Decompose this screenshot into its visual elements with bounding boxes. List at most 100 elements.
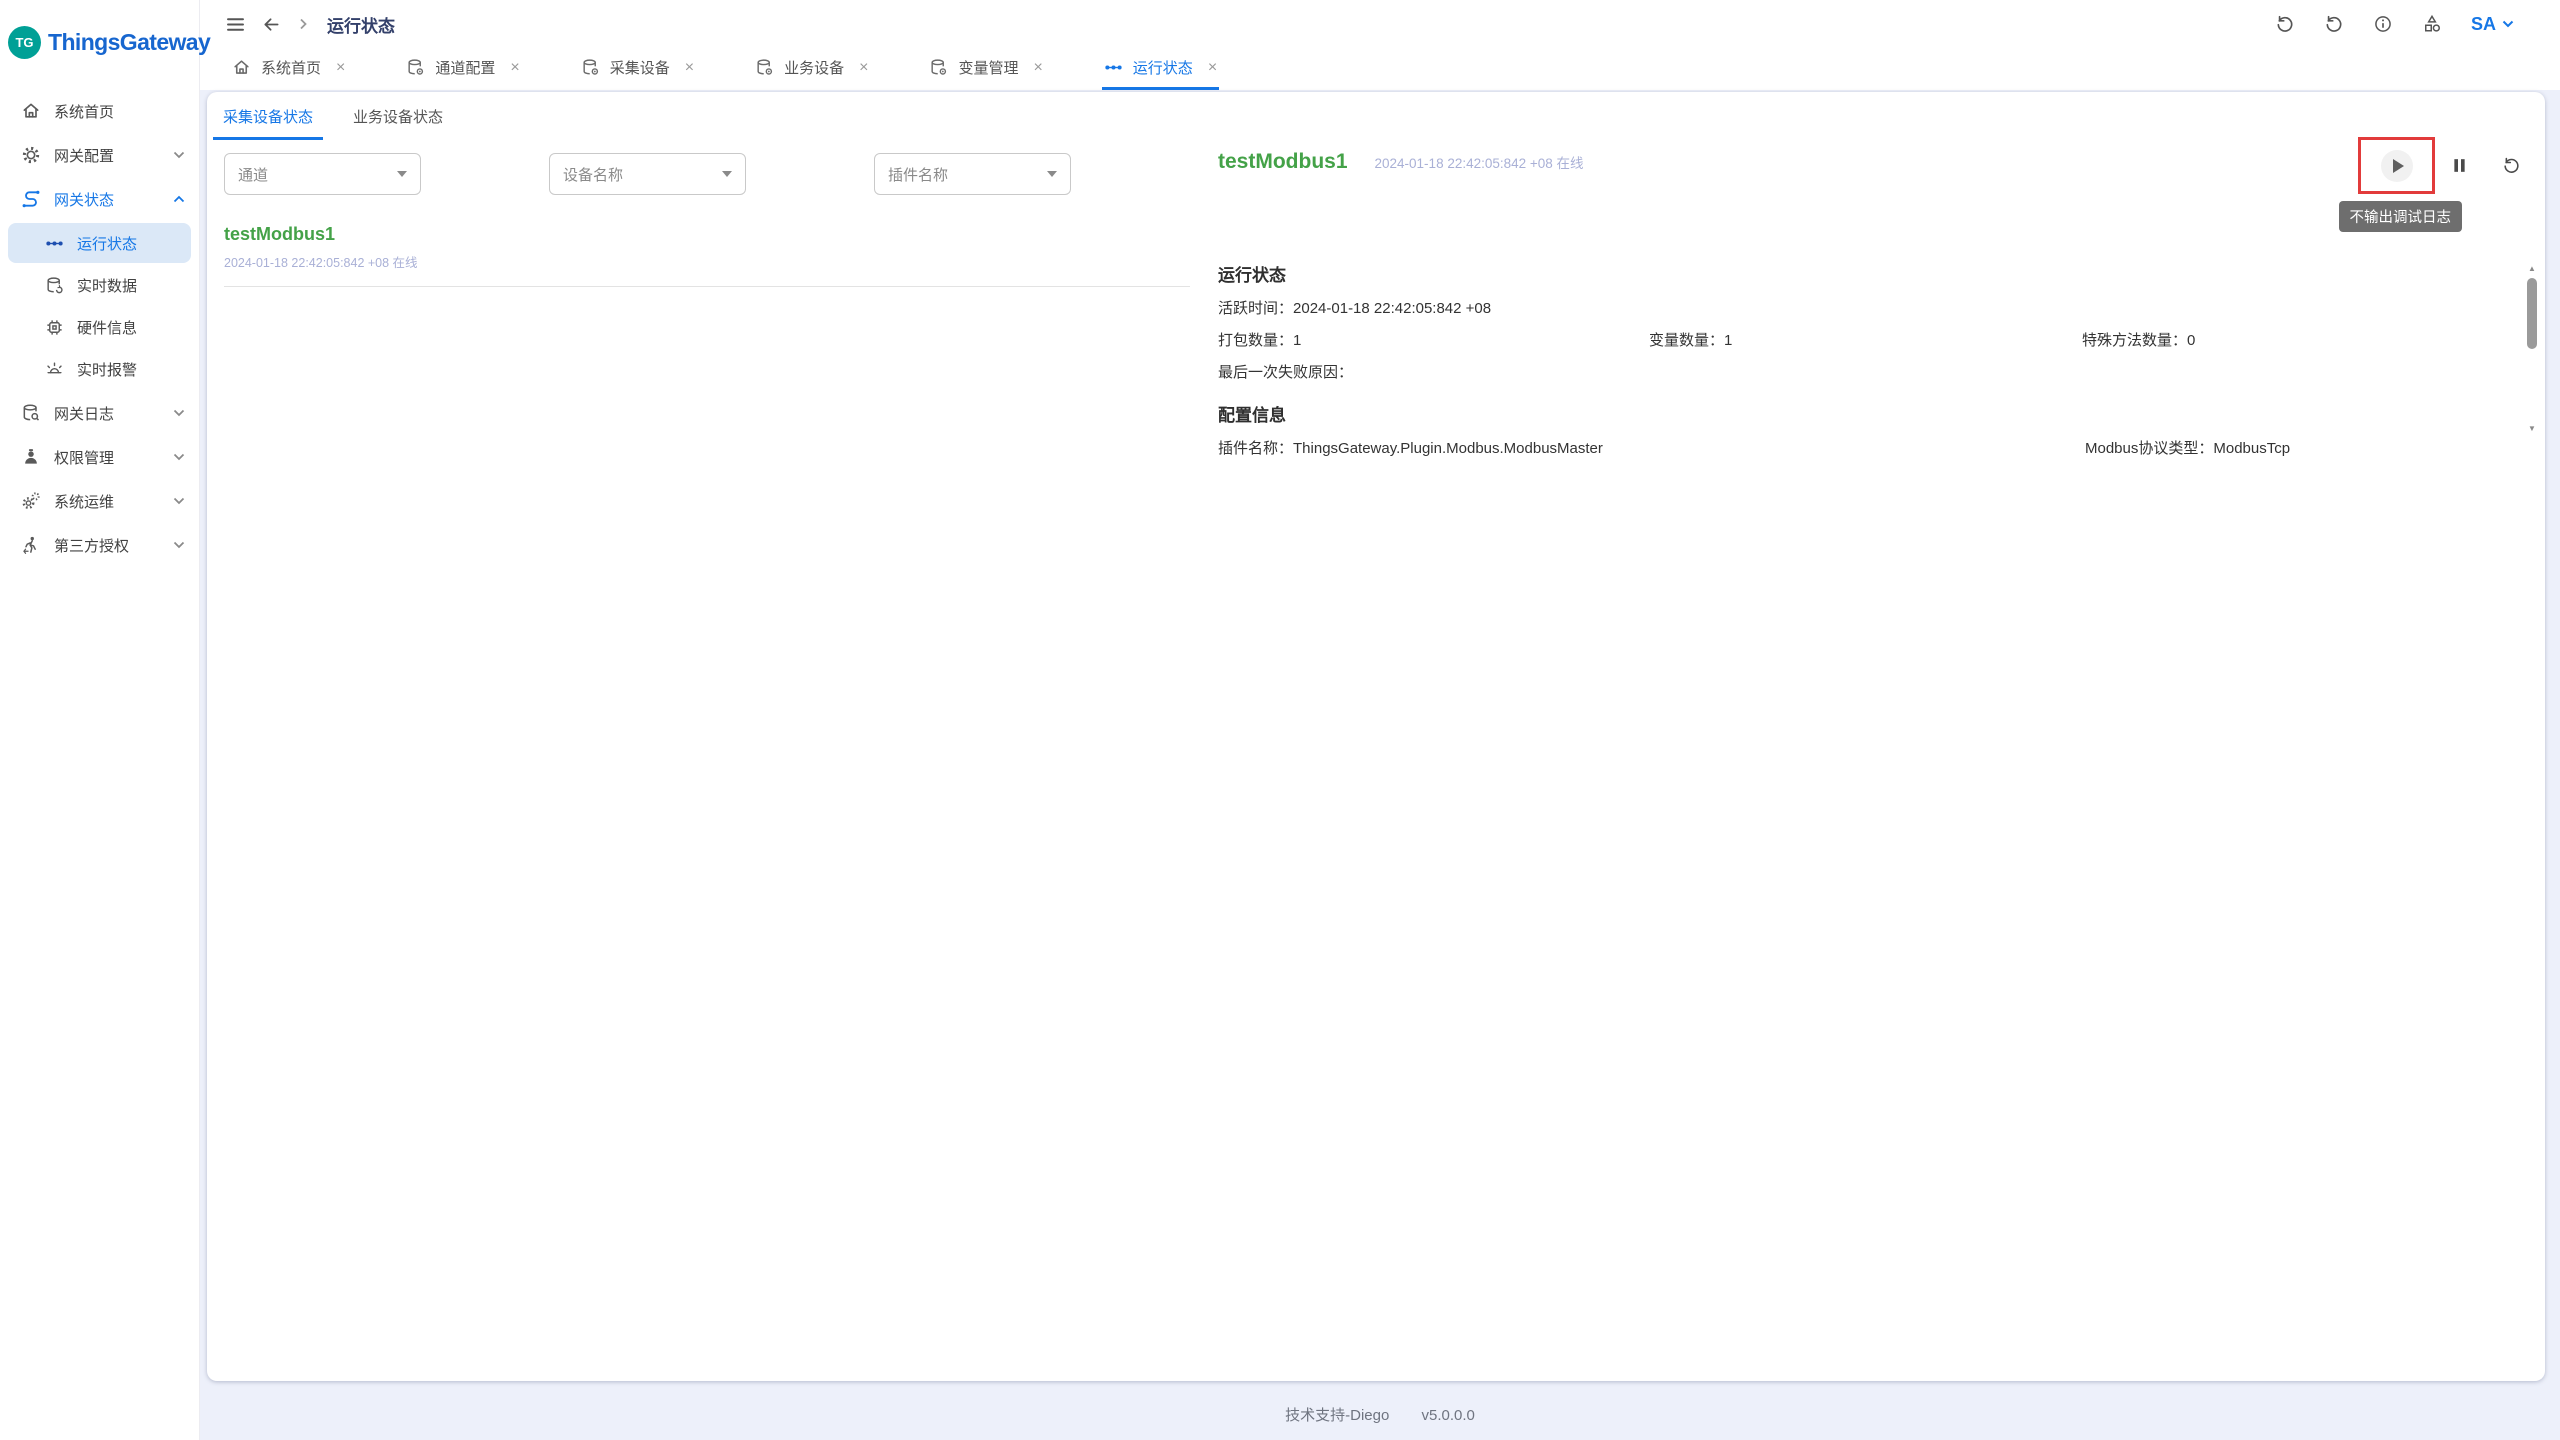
home-icon bbox=[232, 58, 251, 77]
chevron-up-icon bbox=[173, 195, 185, 203]
thingsgateway-app: TG ThingsGateway 系统首页 网关配置 bbox=[0, 0, 2560, 1440]
logo-badge-icon: TG bbox=[8, 26, 41, 59]
database-gear-icon bbox=[929, 58, 948, 77]
device-list: testModbus1 2024-01-18 22:42:05:842 +08 … bbox=[224, 224, 1190, 287]
tab-channel-config[interactable]: 通道配置 × bbox=[404, 48, 521, 90]
sidebar-item-gateway-config[interactable]: 网关配置 bbox=[0, 133, 199, 177]
sidebar-item-permissions[interactable]: 权限管理 bbox=[0, 435, 199, 479]
tab-collect-devices[interactable]: 采集设备 × bbox=[579, 48, 696, 90]
row-counters: 打包数量：1 变量数量：1 特殊方法数量：0 bbox=[1218, 331, 2505, 350]
play-button[interactable] bbox=[2381, 150, 2413, 182]
tab-variable-management[interactable]: 变量管理 × bbox=[927, 48, 1044, 90]
section-title-config: 配置信息 bbox=[1218, 401, 2505, 426]
tab-close-icon[interactable]: × bbox=[336, 60, 345, 76]
database-search-icon bbox=[21, 403, 41, 423]
device-timestamp: 2024-01-18 22:42:05:842 +08 在线 bbox=[224, 252, 1190, 271]
subtab-collect-device-status[interactable]: 采集设备状态 bbox=[213, 104, 323, 140]
scrollbar-thumb[interactable] bbox=[2527, 278, 2537, 349]
database-gear-icon bbox=[406, 58, 425, 77]
sidebar-item-label: 第三方授权 bbox=[54, 535, 129, 556]
chevron-down-icon bbox=[173, 453, 185, 461]
user-initials: SA bbox=[2471, 14, 2496, 35]
detail-toolbar bbox=[2358, 137, 2521, 194]
tab-home[interactable]: 系统首页 × bbox=[230, 48, 347, 90]
app-logo[interactable]: TG ThingsGateway bbox=[0, 0, 199, 59]
device-status-subtabs: 采集设备状态 业务设备状态 bbox=[213, 104, 453, 140]
refresh-button[interactable] bbox=[2502, 156, 2521, 175]
sidebar-item-third-party-auth[interactable]: 第三方授权 bbox=[0, 523, 199, 567]
dots-route-icon bbox=[45, 234, 64, 253]
gear-icon bbox=[21, 145, 41, 165]
user-menu[interactable]: SA bbox=[2471, 14, 2514, 35]
tab-running-status[interactable]: 运行状态 × bbox=[1102, 48, 1219, 90]
hamburger-icon[interactable] bbox=[225, 14, 246, 35]
sidebar-subitem-hardware-info[interactable]: 硬件信息 bbox=[8, 307, 191, 347]
device-name-select-value: 设备名称 bbox=[563, 164, 623, 185]
database-gear-icon bbox=[581, 58, 600, 77]
sidebar-item-label: 系统运维 bbox=[54, 491, 114, 512]
page-title: 运行状态 bbox=[327, 12, 395, 37]
tab-close-icon[interactable]: × bbox=[1208, 60, 1217, 76]
tab-close-icon[interactable]: × bbox=[685, 60, 694, 76]
row-active-time: 活跃时间： 2024-01-18 22:42:05:842 +08 bbox=[1218, 299, 2505, 318]
list-item-device[interactable]: testModbus1 2024-01-18 22:42:05:842 +08 … bbox=[224, 224, 1190, 287]
restart-icon[interactable] bbox=[2324, 14, 2344, 34]
sidebar-item-home[interactable]: 系统首页 bbox=[0, 89, 199, 133]
chevron-down-icon bbox=[173, 497, 185, 505]
play-icon bbox=[2393, 159, 2404, 173]
tab-label: 系统首页 bbox=[261, 57, 321, 78]
device-name: testModbus1 bbox=[224, 224, 1190, 245]
dots-route-icon bbox=[1104, 58, 1123, 77]
app-title: ThingsGateway bbox=[48, 29, 210, 56]
components-shapes-icon[interactable] bbox=[2422, 14, 2442, 34]
scroll-up-icon[interactable]: ▲ bbox=[2528, 265, 2536, 273]
detail-scrollbar[interactable]: ▲ ▼ bbox=[2525, 265, 2539, 433]
status-card: 采集设备状态 业务设备状态 通道 设备名称 插件名称 bbox=[207, 92, 2545, 1381]
sidebar-subitem-realtime-data[interactable]: 实时数据 bbox=[8, 265, 191, 305]
tab-close-icon[interactable]: × bbox=[1033, 60, 1042, 76]
subtab-business-device-status[interactable]: 业务设备状态 bbox=[343, 104, 453, 140]
home-icon bbox=[21, 101, 41, 121]
tab-close-icon[interactable]: × bbox=[859, 60, 868, 76]
tooltip-debug-log: 不输出调试日志 bbox=[2339, 201, 2463, 232]
sidebar-item-label: 权限管理 bbox=[54, 447, 114, 468]
pause-button[interactable] bbox=[2450, 156, 2469, 175]
chevron-down-icon bbox=[2502, 20, 2514, 28]
info-icon[interactable] bbox=[2373, 14, 2393, 34]
navbar-left: 运行状态 bbox=[225, 12, 395, 37]
device-name-select[interactable]: 设备名称 bbox=[549, 153, 746, 195]
back-arrow-icon[interactable] bbox=[261, 14, 282, 35]
sidebar-subitem-running-status[interactable]: 运行状态 bbox=[8, 223, 191, 263]
detail-device-name: testModbus1 bbox=[1218, 150, 1348, 174]
tab-close-icon[interactable]: × bbox=[510, 60, 519, 76]
pack-count: 打包数量：1 bbox=[1218, 331, 1649, 350]
sidebar-item-label: 网关配置 bbox=[54, 145, 114, 166]
database-refresh-icon bbox=[45, 276, 64, 295]
sidebar-subitem-realtime-alarm[interactable]: 实时报警 bbox=[8, 349, 191, 389]
detail-device-timestamp: 2024-01-18 22:42:05:842 +08 在线 bbox=[1375, 152, 1584, 172]
plugin-name-select[interactable]: 插件名称 bbox=[874, 153, 1071, 195]
tab-label: 通道配置 bbox=[435, 57, 495, 78]
sidebar-item-system-ops[interactable]: 系统运维 bbox=[0, 479, 199, 523]
scroll-down-icon[interactable]: ▼ bbox=[2528, 425, 2536, 433]
sidebar-item-gateway-status[interactable]: 网关状态 bbox=[0, 177, 199, 221]
sidebar-subitem-label: 实时数据 bbox=[77, 275, 137, 296]
footer: 技术支持-Diego v5.0.0.0 bbox=[200, 1404, 2560, 1425]
sidebar-subitem-label: 运行状态 bbox=[77, 233, 137, 254]
channel-select[interactable]: 通道 bbox=[224, 153, 421, 195]
sidebar-subitem-label: 硬件信息 bbox=[77, 317, 137, 338]
gears-icon bbox=[21, 491, 41, 511]
database-gear-icon bbox=[755, 58, 774, 77]
row-plugin: 插件名称：ThingsGateway.Plugin.Modbus.ModbusM… bbox=[1218, 439, 2505, 458]
tab-label: 变量管理 bbox=[958, 57, 1018, 78]
row-last-fail-reason: 最后一次失败原因： bbox=[1218, 363, 2505, 382]
navbar-right: SA bbox=[2275, 14, 2514, 35]
tab-business-devices[interactable]: 业务设备 × bbox=[753, 48, 870, 90]
plugin-name-select-value: 插件名称 bbox=[888, 164, 948, 185]
refresh-icon[interactable] bbox=[2275, 14, 2295, 34]
sidebar-item-label: 网关日志 bbox=[54, 403, 114, 424]
special-method-count: 特殊方法数量：0 bbox=[2082, 331, 2195, 350]
chip-icon bbox=[45, 318, 64, 337]
sidebar-item-gateway-logs[interactable]: 网关日志 bbox=[0, 391, 199, 435]
active-time-value: 2024-01-18 22:42:05:842 +08 bbox=[1293, 299, 1491, 318]
